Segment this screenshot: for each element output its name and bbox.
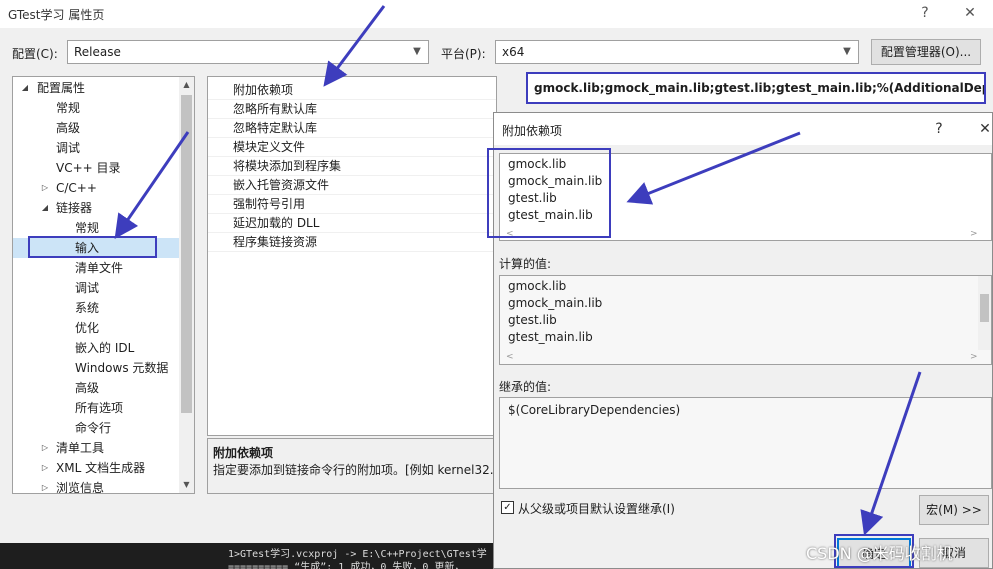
tree-item-optimization[interactable]: 优化 xyxy=(75,318,99,338)
computed-scrollbar[interactable] xyxy=(978,276,991,350)
tree-scrollbar[interactable]: ▲ ▼ xyxy=(179,77,194,493)
tree-item-linker-advanced[interactable]: 高级 xyxy=(75,378,99,398)
macro-button[interactable]: 宏(M) >> xyxy=(919,495,989,525)
additional-dependencies-dialog: 附加依赖项 ? ✕ gmock.lib gmock_main.lib gtest… xyxy=(493,112,993,569)
property-tree: ◢ 配置属性 常规 高级 调试 VC++ 目录 ▷ C/C++ ◢ 链接器 常规… xyxy=(12,76,195,494)
tree-item-cpp[interactable]: ▷ C/C++ xyxy=(13,178,179,198)
chevron-down-icon: ▼ xyxy=(843,46,851,57)
expand-toggle-icon[interactable]: ▷ xyxy=(40,178,50,198)
dialog-help-button[interactable]: ? xyxy=(928,119,950,139)
tree-item-xml-doc-generator[interactable]: ▷ XML 文档生成器 xyxy=(13,458,179,478)
inherited-value: $(CoreLibraryDependencies) xyxy=(508,403,681,417)
computed-line: gmock.lib xyxy=(508,279,567,293)
inherit-checkbox-label: 从父级或项目默认设置继承(I) xyxy=(518,502,675,516)
platform-value: x64 xyxy=(502,45,525,59)
configuration-manager-button[interactable]: 配置管理器(O)... xyxy=(871,39,981,65)
tree-item-linker-debugging[interactable]: 调试 xyxy=(75,278,99,298)
edit-line: gtest.lib xyxy=(508,191,557,205)
dialog-title-bar: 附加依赖项 ? ✕ xyxy=(494,113,992,145)
window-title-bar: GTest学习 属性页 ? ✕ xyxy=(0,0,993,28)
computed-values-label: 计算的值: xyxy=(499,257,552,271)
tree-item-linker-input[interactable]: 输入 xyxy=(13,238,179,258)
scroll-down-icon[interactable]: ▼ xyxy=(179,477,194,493)
inherited-values-box: $(CoreLibraryDependencies) xyxy=(499,397,992,489)
tree-item-manifest-file[interactable]: 清单文件 xyxy=(75,258,123,278)
tree-item-linker-general[interactable]: 常规 xyxy=(75,218,99,238)
grid-row-additional-dependencies[interactable]: 附加依赖项 xyxy=(208,81,496,100)
watermark: CSDN @米码收割机 xyxy=(806,544,953,563)
edit-line: gtest_main.lib xyxy=(508,208,593,222)
expand-toggle-icon[interactable]: ▷ xyxy=(40,458,50,478)
scroll-right-icon[interactable]: > xyxy=(970,351,978,363)
config-label: 配置(C): xyxy=(12,47,58,61)
tree-item-command-line[interactable]: 命令行 xyxy=(75,418,111,438)
tree-item-debugging[interactable]: 调试 xyxy=(56,138,80,158)
help-button[interactable]: ? xyxy=(914,3,936,23)
computed-line: gmock_main.lib xyxy=(508,296,603,310)
tree-item-label: C/C++ xyxy=(56,181,97,195)
scroll-left-icon[interactable]: < xyxy=(506,228,514,240)
output-line: ========== “生成”: 1 成功，0 失败，0 更新， xyxy=(228,562,465,569)
tree-item-label: 浏览信息 xyxy=(56,481,105,494)
tree-item-config-properties[interactable]: ◢ 配置属性 xyxy=(13,78,179,98)
computed-values-box: gmock.lib gmock_main.lib gtest.lib gtest… xyxy=(499,275,992,365)
chevron-down-icon: ▼ xyxy=(413,46,421,57)
computed-line: gtest_main.lib xyxy=(508,330,593,344)
platform-select[interactable]: x64 ▼ xyxy=(495,40,859,64)
description-text: 指定要添加到链接命令行的附加项。[例如 kernel32.l xyxy=(213,463,497,477)
tree-item-linker[interactable]: ◢ 链接器 xyxy=(13,198,179,218)
config-value: Release xyxy=(74,45,121,59)
tree-item-manifest-tool[interactable]: ▷ 清单工具 xyxy=(13,438,179,458)
tree-item-label: 链接器 xyxy=(56,201,93,215)
inherited-values-label: 继承的值: xyxy=(499,380,552,394)
computed-scrollbar-thumb[interactable] xyxy=(980,294,989,322)
grid-row-add-module-to-assembly[interactable]: 将模块添加到程序集 xyxy=(208,157,496,176)
grid-row-module-definition-file[interactable]: 模块定义文件 xyxy=(208,138,496,157)
grid-row-ignore-specific-default-libs[interactable]: 忽略特定默认库 xyxy=(208,119,496,138)
inherit-checkbox[interactable]: ✓ xyxy=(501,501,514,514)
grid-row-delay-loaded-dlls[interactable]: 延迟加载的 DLL xyxy=(208,214,496,233)
property-grid: 附加依赖项 忽略所有默认库 忽略特定默认库 模块定义文件 将模块添加到程序集 嵌… xyxy=(207,76,497,436)
tree-item-general[interactable]: 常规 xyxy=(56,98,80,118)
edit-line: gmock_main.lib xyxy=(508,174,603,188)
tree-item-advanced[interactable]: 高级 xyxy=(56,118,80,138)
scroll-right-icon[interactable]: > xyxy=(970,228,978,240)
expand-toggle-icon[interactable]: ◢ xyxy=(20,78,30,98)
window-title: GTest学习 属性页 xyxy=(8,8,105,22)
dependencies-edit-box[interactable]: gmock.lib gmock_main.lib gtest.lib gtest… xyxy=(499,153,992,241)
edit-line: gmock.lib xyxy=(508,157,567,171)
grid-row-embed-managed-resource[interactable]: 嵌入托管资源文件 xyxy=(208,176,496,195)
tree-item-windows-metadata[interactable]: Windows 元数据 xyxy=(75,358,168,378)
expand-toggle-icon[interactable]: ◢ xyxy=(40,198,50,218)
scroll-left-icon[interactable]: < xyxy=(506,351,514,363)
platform-label: 平台(P): xyxy=(441,47,486,61)
expand-toggle-icon[interactable]: ▷ xyxy=(40,438,50,458)
grid-row-ignore-all-default-libs[interactable]: 忽略所有默认库 xyxy=(208,100,496,119)
description-panel: 附加依赖项 指定要添加到链接命令行的附加项。[例如 kernel32.l xyxy=(207,438,497,494)
tree-item-vc-directories[interactable]: VC++ 目录 xyxy=(56,158,121,178)
dialog-title: 附加依赖项 xyxy=(502,124,563,138)
grid-row-force-symbol-references[interactable]: 强制符号引用 xyxy=(208,195,496,214)
close-button[interactable]: ✕ xyxy=(959,3,981,23)
tree-item-system[interactable]: 系统 xyxy=(75,298,99,318)
grid-row-assembly-link-resource[interactable]: 程序集链接资源 xyxy=(208,233,496,252)
tree-item-label: 清单工具 xyxy=(56,441,105,455)
scroll-up-icon[interactable]: ▲ xyxy=(179,77,194,93)
tree-item-embedded-idl[interactable]: 嵌入的 IDL xyxy=(75,338,134,358)
tree-item-browse-info[interactable]: ▷ 浏览信息 xyxy=(13,478,179,494)
tree-item-all-options[interactable]: 所有选项 xyxy=(75,398,123,418)
config-select[interactable]: Release ▼ xyxy=(67,40,429,64)
computed-line: gtest.lib xyxy=(508,313,557,327)
tree-item-label: 配置属性 xyxy=(37,81,86,95)
tree-item-label: XML 文档生成器 xyxy=(56,461,146,475)
tree-scrollbar-thumb[interactable] xyxy=(181,95,192,413)
dialog-close-button[interactable]: ✕ xyxy=(974,119,993,139)
additional-dependencies-value[interactable]: gmock.lib;gmock_main.lib;gtest.lib;gtest… xyxy=(526,72,986,104)
build-output: 1>GTest学习.vcxproj -> E:\C++Project\GTest… xyxy=(0,543,497,569)
description-heading: 附加依赖项 xyxy=(213,446,274,460)
expand-toggle-icon[interactable]: ▷ xyxy=(40,478,50,493)
